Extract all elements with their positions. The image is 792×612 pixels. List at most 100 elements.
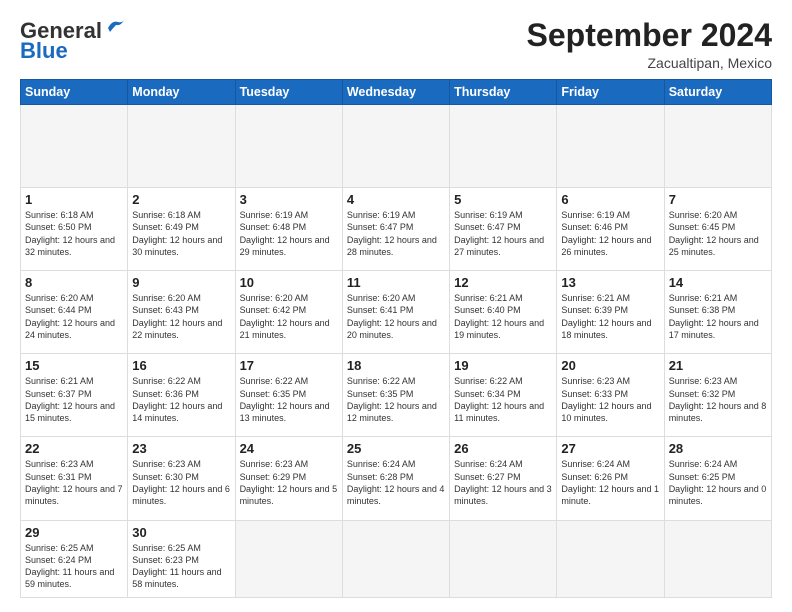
dow-header: Thursday (450, 80, 557, 105)
day-number: 3 (240, 192, 338, 207)
day-number: 23 (132, 441, 230, 456)
calendar-cell: 23 Sunrise: 6:23 AMSunset: 6:30 PMDayligh… (128, 437, 235, 520)
cell-info: Sunrise: 6:18 AMSunset: 6:50 PMDaylight:… (25, 209, 123, 258)
day-number: 15 (25, 358, 123, 373)
cell-info: Sunrise: 6:23 AMSunset: 6:31 PMDaylight:… (25, 458, 123, 507)
calendar-cell (342, 105, 449, 188)
calendar-week-row: 8Sunrise: 6:20 AMSunset: 6:44 PMDaylight… (21, 271, 772, 354)
cell-info: Sunrise: 6:21 AMSunset: 6:39 PMDaylight:… (561, 292, 659, 341)
calendar-cell (128, 105, 235, 188)
calendar-cell (235, 105, 342, 188)
cell-info: Sunrise: 6:23 AMSunset: 6:32 PMDaylight:… (669, 375, 767, 424)
calendar-week-row: 29 Sunrise: 6:25 AMSunset: 6:24 PMDayligh… (21, 520, 772, 598)
dow-header: Friday (557, 80, 664, 105)
calendar-cell: 16Sunrise: 6:22 AMSunset: 6:36 PMDayligh… (128, 354, 235, 437)
month-title: September 2024 (527, 18, 772, 53)
day-number: 26 (454, 441, 552, 456)
calendar-cell: 15 Sunrise: 6:21 AMSunset: 6:37 PMDayligh… (21, 354, 128, 437)
day-number: 24 (240, 441, 338, 456)
title-block: September 2024 Zacualtipan, Mexico (527, 18, 772, 71)
calendar-week-row (21, 105, 772, 188)
calendar-cell: 4 Sunrise: 6:19 AMSunset: 6:47 PMDaylight… (342, 188, 449, 271)
dow-header: Wednesday (342, 80, 449, 105)
day-number: 20 (561, 358, 659, 373)
cell-info: Sunrise: 6:24 AMSunset: 6:26 PMDaylight:… (561, 458, 659, 507)
calendar-cell: 11 Sunrise: 6:20 AMSunset: 6:41 PMDayligh… (342, 271, 449, 354)
day-number: 10 (240, 275, 338, 290)
cell-info: Sunrise: 6:19 AMSunset: 6:46 PMDaylight:… (561, 209, 659, 258)
dow-header: Saturday (664, 80, 771, 105)
calendar-cell (235, 520, 342, 598)
dow-header: Monday (128, 80, 235, 105)
calendar-cell: 21 Sunrise: 6:23 AMSunset: 6:32 PMDayligh… (664, 354, 771, 437)
calendar-cell (450, 520, 557, 598)
calendar-cell: 17 Sunrise: 6:22 AMSunset: 6:35 PMDayligh… (235, 354, 342, 437)
calendar-cell (664, 105, 771, 188)
calendar-cell (342, 520, 449, 598)
calendar-cell (664, 520, 771, 598)
calendar-week-row: 1Sunrise: 6:18 AMSunset: 6:50 PMDaylight… (21, 188, 772, 271)
cell-info: Sunrise: 6:20 AMSunset: 6:44 PMDaylight:… (25, 292, 123, 341)
calendar-cell: 5 Sunrise: 6:19 AMSunset: 6:47 PMDaylight… (450, 188, 557, 271)
cell-info: Sunrise: 6:24 AMSunset: 6:27 PMDaylight:… (454, 458, 552, 507)
calendar-cell: 25 Sunrise: 6:24 AMSunset: 6:28 PMDayligh… (342, 437, 449, 520)
cell-info: Sunrise: 6:22 AMSunset: 6:35 PMDaylight:… (347, 375, 445, 424)
day-number: 7 (669, 192, 767, 207)
page: General Blue September 2024 Zacualtipan,… (0, 0, 792, 612)
day-number: 21 (669, 358, 767, 373)
calendar-week-row: 22Sunrise: 6:23 AMSunset: 6:31 PMDayligh… (21, 437, 772, 520)
calendar-cell: 8Sunrise: 6:20 AMSunset: 6:44 PMDaylight… (21, 271, 128, 354)
day-number: 6 (561, 192, 659, 207)
calendar-cell: 18Sunrise: 6:22 AMSunset: 6:35 PMDayligh… (342, 354, 449, 437)
cell-info: Sunrise: 6:25 AMSunset: 6:23 PMDaylight:… (132, 542, 230, 591)
calendar-cell: 3 Sunrise: 6:19 AMSunset: 6:48 PMDaylight… (235, 188, 342, 271)
cell-info: Sunrise: 6:20 AMSunset: 6:43 PMDaylight:… (132, 292, 230, 341)
cell-info: Sunrise: 6:21 AMSunset: 6:40 PMDaylight:… (454, 292, 552, 341)
calendar-cell: 24 Sunrise: 6:23 AMSunset: 6:29 PMDayligh… (235, 437, 342, 520)
day-number: 2 (132, 192, 230, 207)
calendar-cell: 20 Sunrise: 6:23 AMSunset: 6:33 PMDayligh… (557, 354, 664, 437)
calendar-cell: 7 Sunrise: 6:20 AMSunset: 6:45 PMDaylight… (664, 188, 771, 271)
cell-info: Sunrise: 6:20 AMSunset: 6:41 PMDaylight:… (347, 292, 445, 341)
calendar-cell: 2Sunrise: 6:18 AMSunset: 6:49 PMDaylight… (128, 188, 235, 271)
days-of-week-row: SundayMondayTuesdayWednesdayThursdayFrid… (21, 80, 772, 105)
calendar-cell: 13Sunrise: 6:21 AMSunset: 6:39 PMDayligh… (557, 271, 664, 354)
calendar-cell: 6 Sunrise: 6:19 AMSunset: 6:46 PMDaylight… (557, 188, 664, 271)
day-number: 5 (454, 192, 552, 207)
cell-info: Sunrise: 6:21 AMSunset: 6:37 PMDaylight:… (25, 375, 123, 424)
day-number: 4 (347, 192, 445, 207)
day-number: 17 (240, 358, 338, 373)
day-number: 25 (347, 441, 445, 456)
day-number: 19 (454, 358, 552, 373)
cell-info: Sunrise: 6:23 AMSunset: 6:30 PMDaylight:… (132, 458, 230, 507)
calendar-cell: 27Sunrise: 6:24 AMSunset: 6:26 PMDayligh… (557, 437, 664, 520)
calendar-cell: 22Sunrise: 6:23 AMSunset: 6:31 PMDayligh… (21, 437, 128, 520)
location: Zacualtipan, Mexico (527, 55, 772, 71)
cell-info: Sunrise: 6:24 AMSunset: 6:25 PMDaylight:… (669, 458, 767, 507)
day-number: 28 (669, 441, 767, 456)
calendar-week-row: 15 Sunrise: 6:21 AMSunset: 6:37 PMDayligh… (21, 354, 772, 437)
dow-header: Tuesday (235, 80, 342, 105)
cell-info: Sunrise: 6:23 AMSunset: 6:29 PMDaylight:… (240, 458, 338, 507)
cell-info: Sunrise: 6:20 AMSunset: 6:45 PMDaylight:… (669, 209, 767, 258)
day-number: 12 (454, 275, 552, 290)
cell-info: Sunrise: 6:25 AMSunset: 6:24 PMDaylight:… (25, 542, 123, 591)
cell-info: Sunrise: 6:19 AMSunset: 6:47 PMDaylight:… (454, 209, 552, 258)
calendar-cell (450, 105, 557, 188)
cell-info: Sunrise: 6:23 AMSunset: 6:33 PMDaylight:… (561, 375, 659, 424)
calendar-cell: 28 Sunrise: 6:24 AMSunset: 6:25 PMDayligh… (664, 437, 771, 520)
cell-info: Sunrise: 6:22 AMSunset: 6:34 PMDaylight:… (454, 375, 552, 424)
day-number: 11 (347, 275, 445, 290)
header: General Blue September 2024 Zacualtipan,… (20, 18, 772, 71)
cell-info: Sunrise: 6:24 AMSunset: 6:28 PMDaylight:… (347, 458, 445, 507)
cell-info: Sunrise: 6:22 AMSunset: 6:35 PMDaylight:… (240, 375, 338, 424)
day-number: 9 (132, 275, 230, 290)
cell-info: Sunrise: 6:19 AMSunset: 6:47 PMDaylight:… (347, 209, 445, 258)
calendar-table: SundayMondayTuesdayWednesdayThursdayFrid… (20, 79, 772, 598)
cell-info: Sunrise: 6:19 AMSunset: 6:48 PMDaylight:… (240, 209, 338, 258)
logo-bird-icon (104, 18, 126, 36)
cell-info: Sunrise: 6:22 AMSunset: 6:36 PMDaylight:… (132, 375, 230, 424)
calendar-cell: 19 Sunrise: 6:22 AMSunset: 6:34 PMDayligh… (450, 354, 557, 437)
day-number: 29 (25, 525, 123, 540)
cell-info: Sunrise: 6:20 AMSunset: 6:42 PMDaylight:… (240, 292, 338, 341)
